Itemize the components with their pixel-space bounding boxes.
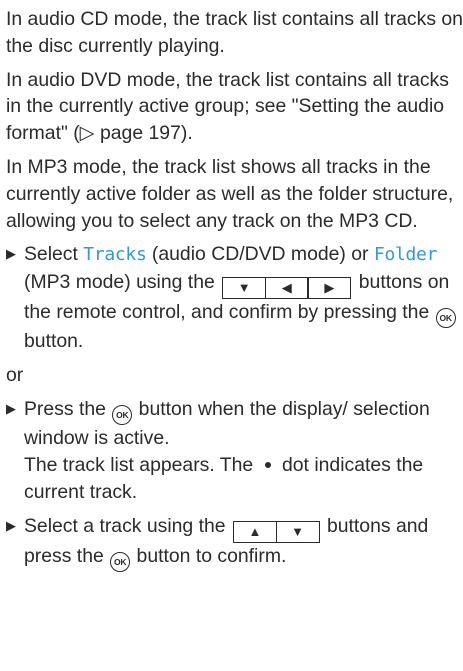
- step-text: (MP3 mode) using the: [24, 271, 221, 294]
- paragraph-mp3: In MP3 mode, the track list shows all tr…: [6, 155, 454, 232]
- current-track-dot-icon: [264, 462, 271, 469]
- or-separator: or: [6, 364, 24, 387]
- left-arrow-key-icon: ◀: [264, 277, 309, 300]
- step-press-ok: ▶ Press the OK button when the display/ …: [6, 396, 463, 506]
- arrow-key-group: ▼ ◀ ▶: [222, 277, 352, 300]
- tracks-keyword: Tracks: [83, 244, 147, 266]
- step-text: button to confirm.: [131, 544, 287, 567]
- result-text: The track list appears. The: [24, 454, 259, 477]
- bullet-triangle-icon: ▶: [6, 246, 16, 262]
- step-select-track: ▶ Select a track using the ▲ ▼ buttons an…: [6, 513, 463, 572]
- step-text: Select a track using the: [24, 514, 231, 537]
- step-text: Press the: [24, 398, 112, 421]
- down-arrow-key-icon: ▼: [275, 520, 320, 543]
- ok-button-icon: OK: [110, 551, 131, 572]
- manual-page: In audio CD mode, the track list contain…: [0, 0, 463, 572]
- ok-button-icon: OK: [435, 308, 456, 329]
- step-text: button.: [24, 330, 84, 353]
- ok-button-icon: OK: [112, 405, 133, 426]
- step-text: (audio CD/DVD mode) or: [146, 243, 374, 266]
- bullet-triangle-icon: ▶: [6, 401, 16, 417]
- step-result: The track list appears. The dot indicate…: [24, 452, 463, 506]
- step-select-tracks: ▶ Select Tracks (audio CD/DVD mode) or F…: [6, 241, 463, 355]
- step-text: Select: [24, 243, 84, 266]
- up-arrow-key-icon: ▲: [232, 520, 277, 543]
- paragraph-audio-dvd: In audio DVD mode, the track list contai…: [6, 68, 449, 145]
- right-arrow-key-icon: ▶: [307, 277, 352, 300]
- arrow-key-group: ▲ ▼: [232, 520, 320, 543]
- folder-keyword: Folder: [373, 244, 438, 266]
- bullet-triangle-icon: ▶: [6, 517, 16, 533]
- down-arrow-key-icon: ▼: [222, 277, 267, 300]
- paragraph-audio-cd: In audio CD mode, the track list contain…: [6, 8, 463, 57]
